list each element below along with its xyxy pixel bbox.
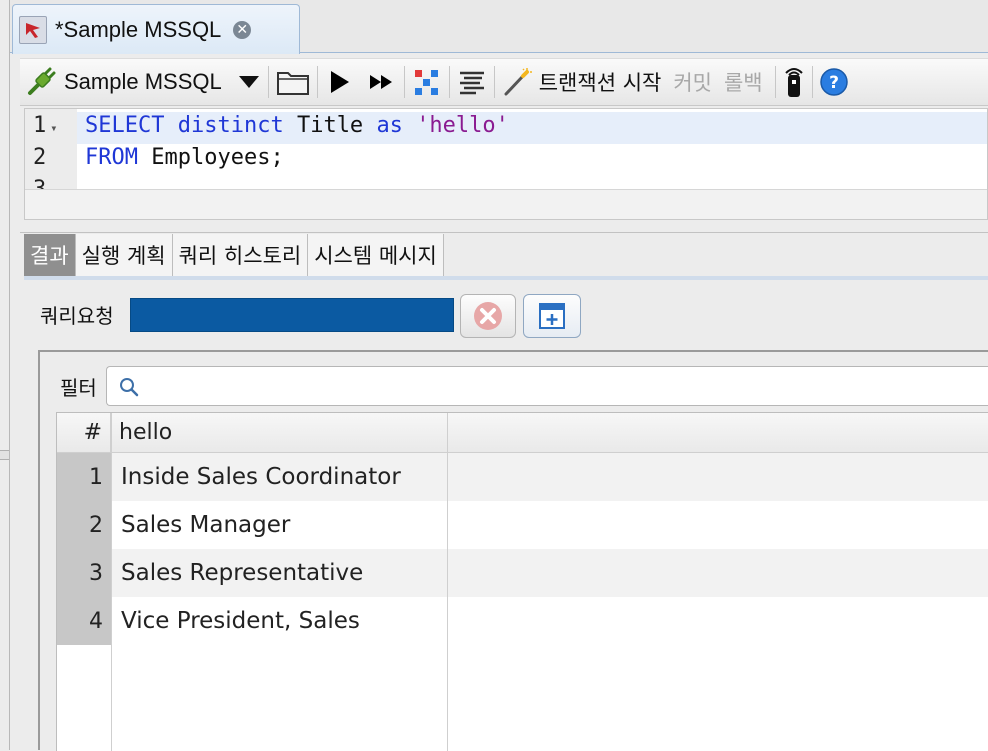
commit-button[interactable]: 커밋 <box>667 67 718 97</box>
editor-tab[interactable]: *Sample MSSQL ✕ <box>12 4 300 54</box>
query-request-label: 쿼리요청 <box>40 304 114 328</box>
table-cell[interactable]: Inside Sales Coordinator <box>111 464 401 490</box>
editor-tab-title: *Sample MSSQL <box>55 16 222 42</box>
close-tab-icon[interactable]: ✕ <box>233 20 252 39</box>
begin-transaction-button[interactable]: 트랜잭션 시작 <box>533 67 668 97</box>
toolbar-separator <box>316 66 318 98</box>
query-toolbar: Sample MSSQL 트랜잭션 시작 커밋 롤백 ? <box>20 58 988 106</box>
column-divider <box>111 413 112 751</box>
open-file-button[interactable] <box>275 64 311 100</box>
magic-wand-icon <box>504 68 532 96</box>
help-button[interactable]: ? <box>819 64 849 100</box>
column-header-empty <box>447 413 988 453</box>
table-cell[interactable]: Sales Representative <box>111 560 363 586</box>
tab-execution-plan[interactable]: 실행 계획 <box>75 234 173 276</box>
query-builder-icon <box>414 70 438 95</box>
help-icon: ? <box>819 68 848 96</box>
cancel-icon <box>474 302 502 330</box>
code-line: SELECT distinct Title as 'hello' <box>85 113 509 138</box>
code-line: FROM Employees; <box>85 145 284 170</box>
tab-results[interactable]: 결과 <box>24 234 76 276</box>
tab-underline <box>24 276 988 280</box>
editor-horizontal-scroll-area[interactable] <box>25 189 987 219</box>
table-row[interactable]: Inside Sales Coordinator <box>111 453 988 501</box>
line-number: 1 ▾ <box>33 113 58 138</box>
table-row[interactable]: Vice President, Sales <box>111 597 988 645</box>
connection-selector[interactable]: Sample MSSQL <box>26 64 262 100</box>
tab-system-messages[interactable]: 시스템 메시지 <box>308 234 444 276</box>
table-row[interactable]: Sales Representative <box>111 549 988 597</box>
toolbar-separator <box>403 66 405 98</box>
row-number[interactable]: 4 <box>57 597 111 645</box>
remote-button[interactable] <box>782 64 806 100</box>
toolbar-separator <box>448 66 450 98</box>
toolbar-separator <box>493 66 495 98</box>
column-header-hello[interactable]: hello <box>111 413 447 453</box>
row-number[interactable]: 1 <box>57 453 111 501</box>
toolbar-separator <box>774 66 776 98</box>
format-sql-button[interactable] <box>456 64 488 100</box>
search-icon <box>120 378 139 397</box>
toolbar-separator <box>811 66 813 98</box>
table-row[interactable]: Sales Manager <box>111 501 988 549</box>
explain-button[interactable] <box>501 64 533 100</box>
column-header-rownum[interactable]: # <box>57 413 111 453</box>
line-number: 2 <box>33 145 47 170</box>
plug-icon <box>28 67 56 95</box>
sql-editor[interactable]: 1▾ 2 3 SELECT distinct Title as 'hello' … <box>24 108 988 220</box>
row-number[interactable]: 3 <box>57 549 111 597</box>
result-table: # hello 1 Inside Sales Coordinator 2 Sal… <box>56 412 988 751</box>
execute-button[interactable] <box>324 64 354 100</box>
fold-icon[interactable]: ▾ <box>50 121 57 135</box>
query-progress-bar <box>130 298 454 332</box>
table-cell[interactable]: Sales Manager <box>111 512 290 538</box>
row-number[interactable]: 2 <box>57 501 111 549</box>
filter-label: 필터 <box>60 376 97 400</box>
rollback-button[interactable]: 롤백 <box>718 67 769 97</box>
query-builder-button[interactable] <box>411 64 443 100</box>
tab-query-history[interactable]: 쿼리 히스토리 <box>172 234 309 276</box>
add-panel-icon <box>539 303 565 329</box>
svg-text:?: ? <box>829 73 839 93</box>
splitter-notch[interactable] <box>0 450 9 460</box>
connection-name: Sample MSSQL <box>64 69 222 94</box>
cancel-query-button[interactable] <box>460 294 516 338</box>
query-editor-icon <box>19 15 47 44</box>
left-frame-strip <box>0 0 10 750</box>
remote-icon <box>784 68 803 97</box>
column-divider <box>447 413 448 751</box>
toolbar-separator <box>267 66 269 98</box>
play-icon <box>330 71 349 93</box>
filter-input[interactable] <box>106 366 988 406</box>
fast-forward-icon <box>369 75 392 89</box>
table-cell[interactable]: Vice President, Sales <box>111 608 360 634</box>
add-result-tab-button[interactable] <box>523 294 581 338</box>
chevron-down-icon <box>238 76 259 88</box>
folder-icon <box>276 72 309 95</box>
results-tab-strip: 결과 실행 계획 쿼리 히스토리 시스템 메시지 <box>24 234 444 276</box>
execute-all-button[interactable] <box>366 64 398 100</box>
format-lines-icon <box>459 71 484 95</box>
